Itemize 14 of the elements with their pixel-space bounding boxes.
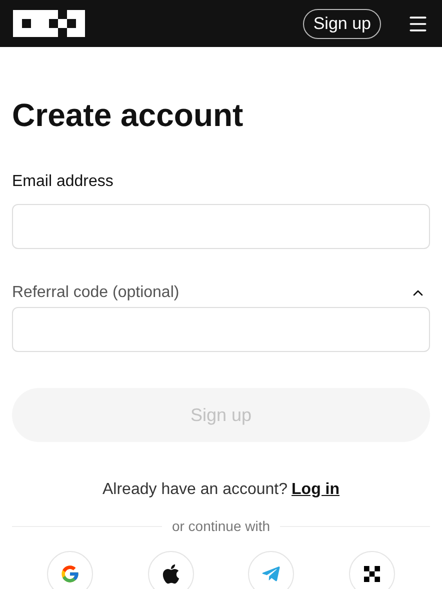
google-icon xyxy=(60,564,80,584)
login-link[interactable]: Log in xyxy=(292,478,340,502)
divider-text: or continue with xyxy=(172,517,270,536)
paper-plane-icon xyxy=(261,564,282,584)
field-label: Referral code (optional) xyxy=(12,283,180,303)
referral-field[interactable] xyxy=(12,307,430,352)
login-prompt: Already have an account? xyxy=(102,480,288,500)
page-title: Create account xyxy=(12,96,244,135)
checkered-icon xyxy=(364,566,380,582)
email-field[interactable] xyxy=(12,204,430,249)
social-login-button[interactable] xyxy=(148,551,194,589)
social-login-button[interactable] xyxy=(348,551,395,589)
field-label: Email address xyxy=(12,172,114,192)
signup-button[interactable]: Sign up xyxy=(303,8,381,38)
